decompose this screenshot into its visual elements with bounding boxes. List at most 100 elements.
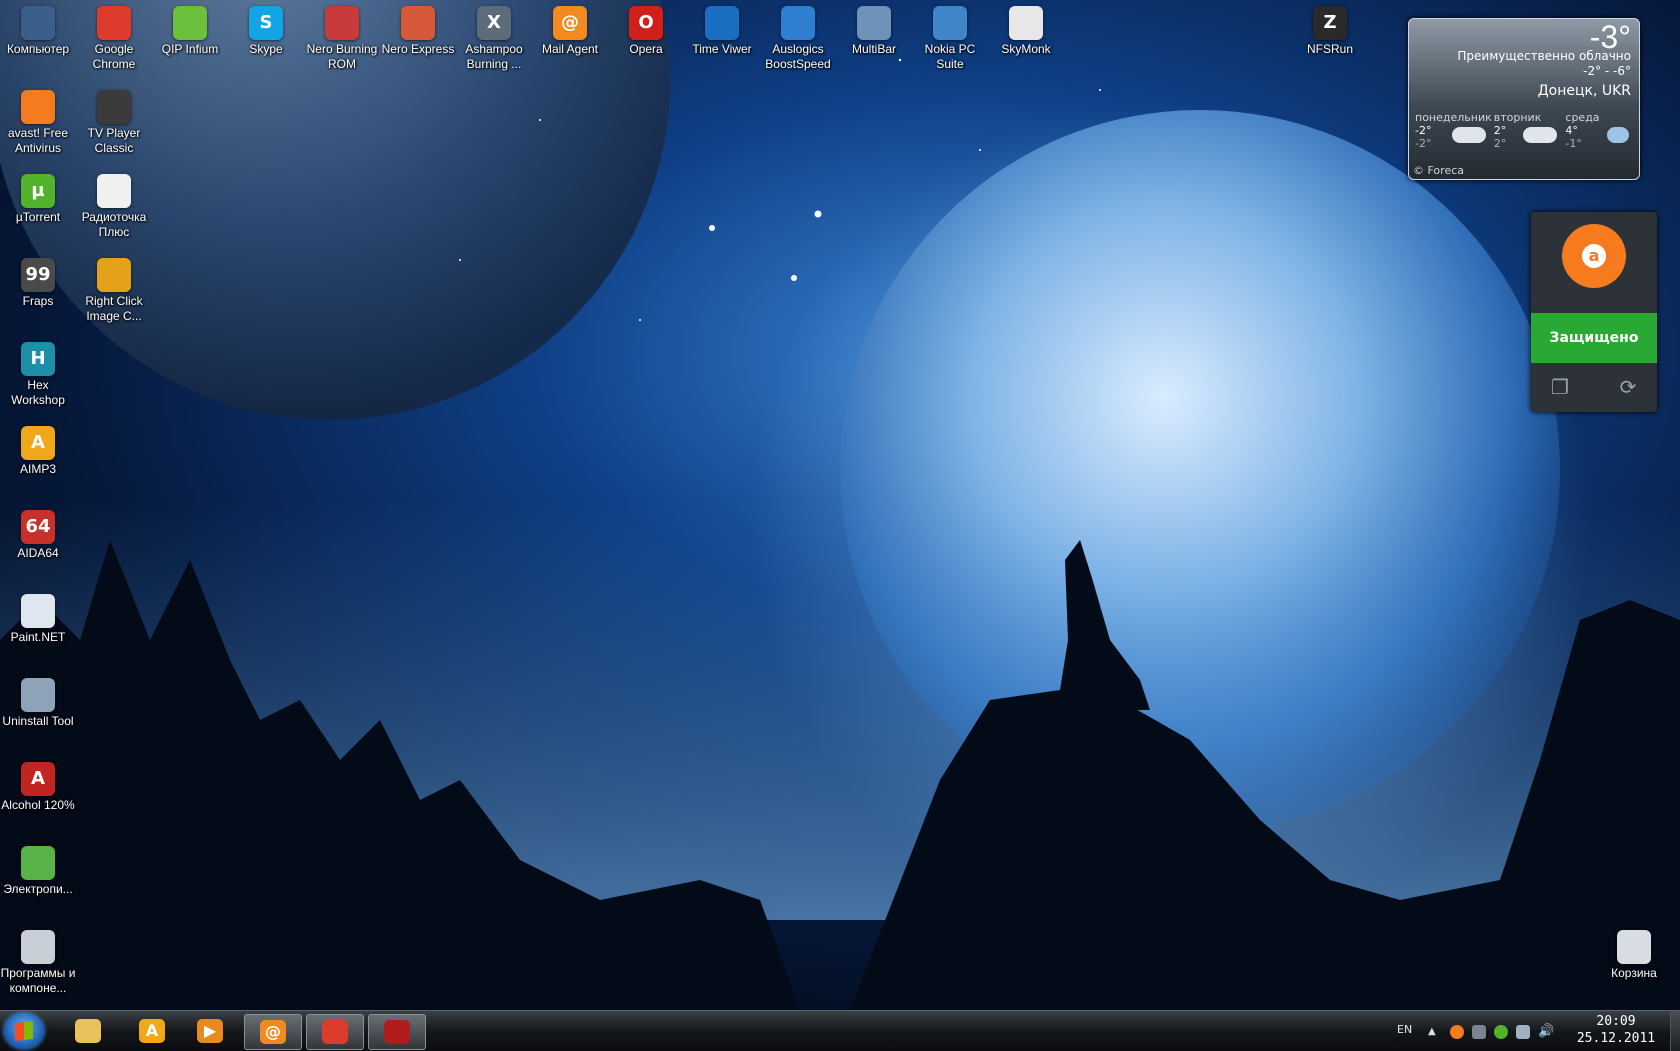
windows-logo-icon [15, 1021, 33, 1041]
weather-range: -2° - -6° [1583, 64, 1631, 78]
show-desktop-button[interactable] [1670, 1011, 1680, 1051]
desktop-icon[interactable]: O Opera [608, 2, 684, 57]
desktop-icon-label: Fraps [22, 294, 54, 308]
refresh-icon[interactable]: ⟳ [1613, 372, 1643, 402]
desktop-icon[interactable]: Программы и компоне... [0, 926, 76, 996]
desktop-icon[interactable]: Электропи... [0, 842, 76, 897]
desktop-icon[interactable]: A AIMP3 [0, 422, 76, 477]
taskbar-button[interactable]: ▶ [182, 1014, 238, 1048]
clock-time: 20:09 [1596, 1014, 1636, 1029]
desktop-icon-label: SkyMonk [1001, 42, 1051, 56]
desktop-icon[interactable]: MultiBar [836, 2, 912, 57]
taskbar-button[interactable] [368, 1014, 426, 1050]
desktop-icon-label: Ashampoo Burning ... [465, 42, 523, 71]
chrome-icon [322, 1020, 348, 1044]
aimp-icon: A [21, 426, 55, 460]
desktop-icon-label: Программы и компоне... [0, 966, 76, 995]
desktop-icon-label: AIMP3 [19, 462, 56, 476]
rain-icon [1607, 127, 1630, 143]
language-indicator[interactable]: EN [1397, 1023, 1412, 1036]
desktop-icon[interactable]: Time Viwer [684, 2, 760, 57]
desktop-icon-label: Alcohol 120% [1, 798, 75, 812]
desktop-icon-label: Time Viwer [692, 42, 752, 56]
desktop-icon-label: Auslogics BoostSpeed [765, 42, 831, 71]
recycle-bin-icon [1617, 930, 1651, 964]
desktop-icon-label: TV Player Classic [87, 126, 141, 155]
mail-agent-icon: @ [553, 6, 587, 40]
desktop-icon[interactable]: Nero Express [380, 2, 456, 57]
taskbar-button[interactable] [306, 1014, 364, 1050]
desktop-icon-label: Корзина [1611, 966, 1657, 980]
avast-gadget[interactable]: a Защищено ❐ ⟳ [1531, 212, 1657, 412]
desktop-icon-label: Skype [249, 42, 283, 56]
media-player-icon: ▶ [197, 1019, 223, 1043]
desktop-icon-label: Hex Workshop [11, 378, 65, 407]
desktop-icon[interactable]: Nokia PC Suite [912, 2, 988, 72]
start-button[interactable] [4, 1013, 44, 1049]
desktop-icon[interactable]: QIP Infium [152, 2, 228, 57]
taskbar-button[interactable] [60, 1014, 116, 1048]
desktop-icon-label: avast! Free Antivirus [7, 126, 69, 155]
weather-forecast: понедельник -2° -2° вторник 2° 2° среда … [1413, 111, 1635, 159]
taskbar-button[interactable]: @ [244, 1014, 302, 1050]
desktop-icon[interactable]: Paint.NET [0, 590, 76, 645]
uninstall-tool-icon [21, 678, 55, 712]
desktop-icon[interactable]: Auslogics BoostSpeed [760, 2, 836, 72]
desktop-icon[interactable]: µ µTorrent [0, 170, 76, 225]
desktop-icon-label: Mail Agent [541, 42, 599, 56]
desktop-icon-label: NFSRun [1306, 42, 1353, 56]
volume-icon[interactable]: 🔊 [1538, 1025, 1554, 1039]
action-center-icon[interactable] [1472, 1025, 1486, 1039]
clock-date: 25.12.2011 [1576, 1031, 1656, 1046]
nero-express-icon [401, 6, 435, 40]
desktop-icon-label: Nokia PC Suite [924, 42, 976, 71]
desktop-icon[interactable]: Корзина [1596, 926, 1672, 981]
desktop-icon[interactable]: A Alcohol 120% [0, 758, 76, 813]
desktop-icon[interactable]: avast! Free Antivirus [0, 86, 76, 156]
teamviewer-icon [705, 6, 739, 40]
desktop-icon[interactable]: Компьютер [0, 2, 76, 57]
skype-icon: S [249, 6, 283, 40]
desktop-icon[interactable]: SkyMonk [988, 2, 1064, 57]
desktop-icon[interactable]: Z NFSRun [1292, 2, 1368, 57]
avast-logo-icon: a [1562, 224, 1626, 288]
desktop-icon[interactable]: Uninstall Tool [0, 674, 76, 729]
desktop-icon[interactable]: S Skype [228, 2, 304, 57]
aida64-icon: 64 [21, 510, 55, 544]
skymonk-icon [1009, 6, 1043, 40]
desktop-icon[interactable]: 64 AIDA64 [0, 506, 76, 561]
forecast-day: среда 4° -1° [1563, 111, 1635, 159]
taskbar-button[interactable]: A [124, 1014, 180, 1048]
desktop-icon-label: MultiBar [851, 42, 896, 56]
desktop-icon[interactable]: 99 Fraps [0, 254, 76, 309]
desktop-icon-label: µTorrent [15, 210, 61, 224]
desktop-icon[interactable]: @ Mail Agent [532, 2, 608, 57]
desktop-icon-label: Электропи... [3, 882, 73, 896]
weather-city: Донецк, UKR [1537, 83, 1631, 99]
avast-icon [21, 90, 55, 124]
show-hidden-icons-icon[interactable]: ▲ [1428, 1025, 1442, 1039]
desktop-icon[interactable]: H Hex Workshop [0, 338, 76, 408]
desktop-icon[interactable]: X Ashampoo Burning ... [456, 2, 532, 72]
avast-status[interactable]: Защищено [1531, 313, 1657, 363]
qip-icon [173, 6, 207, 40]
desktop-icon[interactable]: Nero Burning ROM [304, 2, 380, 72]
network-icon[interactable] [1516, 1025, 1530, 1039]
cloud-icon [1451, 127, 1486, 143]
computer-icon [21, 6, 55, 40]
mail-agent-icon: @ [260, 1020, 286, 1044]
forecast-day: вторник 2° 2° [1492, 111, 1564, 159]
taskbar-clock[interactable]: 20:09 25.12.2011 [1566, 1013, 1666, 1047]
open-window-icon[interactable]: ❐ [1545, 372, 1575, 402]
desktop-icon[interactable]: Google Chrome [76, 2, 152, 72]
fraps-icon: 99 [21, 258, 55, 292]
desktop-icon[interactable]: TV Player Classic [76, 86, 152, 156]
battery-icon [21, 846, 55, 880]
desktop-icon-label: Nero Burning ROM [306, 42, 378, 71]
weather-gadget[interactable]: -3° Преимущественно облачно -2° - -6° До… [1408, 18, 1640, 180]
desktop-icon[interactable]: Right Click Image C... [76, 254, 152, 324]
avast-tray-icon[interactable] [1450, 1025, 1464, 1039]
utorrent-tray-icon[interactable] [1494, 1025, 1508, 1039]
desktop-icon[interactable]: Радиоточка Плюс [76, 170, 152, 240]
desktop-icon-label: QIP Infium [161, 42, 219, 56]
